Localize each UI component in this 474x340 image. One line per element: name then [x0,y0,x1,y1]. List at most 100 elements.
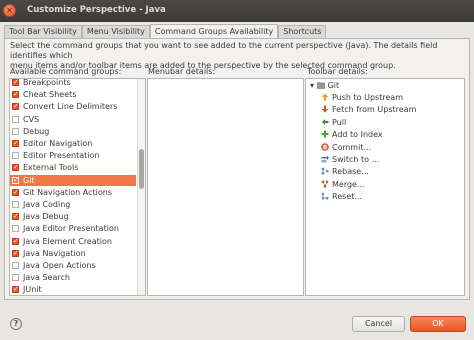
command-group-checkbox[interactable] [12,187,19,198]
command-group-checkbox[interactable] [12,225,19,233]
toolbar-details-tree[interactable]: ▾ Git Push to Upstream Fetch from Upstrea… [305,78,465,296]
reset-icon [321,192,329,200]
tab-strip: Tool Bar Visibility Menu Visibility Comm… [4,24,327,39]
command-group-row[interactable]: Java Open Actions [10,260,136,271]
command-group-row[interactable]: Editor Presentation [10,150,136,161]
command-group-checkbox[interactable] [12,138,19,149]
ok-button[interactable]: OK [410,316,466,332]
command-group-checkbox[interactable] [12,274,19,282]
pull-icon [322,118,329,125]
command-group-label: Convert Line Delimiters [23,102,118,112]
toolbar-detail-label: Commit... [332,142,372,152]
title-bar: ✕ Customize Perspective - Java [0,0,474,22]
command-group-label: Java Navigation [23,248,86,258]
command-group-checkbox[interactable] [12,101,19,112]
command-group-label: Breakpoints [23,78,71,87]
command-group-row[interactable]: External Tools [10,162,136,173]
command-group-row[interactable]: Java Element Creation [10,236,136,247]
add-icon [321,130,329,138]
command-group-row[interactable]: Java Editor Presentation [10,223,136,234]
command-group-label: Java Editor Presentation [23,224,119,234]
tree-root-label: Git [327,81,340,90]
command-group-label: Git [23,175,35,185]
command-group-checkbox[interactable] [12,262,19,269]
command-group-checkbox[interactable] [12,152,19,160]
command-group-label: Editor Presentation [23,151,100,161]
command-group-row[interactable]: Git [10,174,136,186]
switch-icon [321,155,329,163]
fetch-icon [321,105,329,113]
command-group-row[interactable]: CVS [10,114,136,125]
push-icon [321,93,329,101]
folder-icon [316,82,325,89]
toolbar-detail-label: Reset... [332,192,362,202]
toolbar-detail-item[interactable]: Commit... [321,142,371,154]
command-group-label: Editor Navigation [23,139,93,148]
menubar-details-label: Menubar details: [148,67,216,76]
help-icon[interactable]: ? [10,318,22,330]
command-group-row[interactable]: Convert Line Delimiters [10,101,136,112]
command-group-checkbox[interactable] [12,211,19,222]
command-group-label: External Tools [23,163,79,173]
command-group-checkbox[interactable] [12,284,19,295]
command-group-checkbox[interactable] [12,248,19,259]
command-group-row[interactable]: JUnit [10,284,136,295]
command-group-label: CVS [23,114,40,124]
toolbar-detail-label: Add to Index [332,130,383,140]
command-group-label: Cheat Sheets [23,90,77,100]
command-group-row[interactable]: Cheat Sheets [10,89,136,100]
command-group-row[interactable]: Editor Navigation [10,138,136,149]
menubar-details-list[interactable] [147,78,304,296]
description-line: Select the command groups that you want … [10,41,438,60]
tab-tool-bar-visibility[interactable]: Tool Bar Visibility [4,25,82,39]
toolbar-detail-item[interactable]: Fetch from Upstream [321,104,416,116]
toolbar-detail-item[interactable]: Merge... [321,179,365,191]
available-groups-label: Available command groups: [10,67,122,76]
toolbar-detail-label: Switch to ... [332,155,380,164]
tab-menu-visibility[interactable]: Menu Visibility [81,25,150,39]
command-group-row[interactable]: Java Coding [10,199,136,210]
tree-expander-icon[interactable]: ▾ [310,81,314,90]
toolbar-detail-item[interactable]: Switch to ... [321,154,379,166]
command-group-label: Debug [23,126,50,136]
rebase-icon [321,167,329,175]
command-group-checkbox[interactable] [12,175,19,186]
toolbar-detail-item[interactable]: Pull [321,117,346,129]
scrollbar-thumb[interactable] [139,149,144,189]
cancel-button[interactable]: Cancel [352,316,405,332]
tab-command-groups-availability[interactable]: Command Groups Availability [149,24,279,39]
command-group-label: Git Navigation Actions [23,187,113,197]
command-group-row[interactable]: Java Search [10,272,136,283]
command-group-checkbox[interactable] [12,162,19,173]
tree-root-git[interactable]: ▾ Git [310,80,339,92]
command-group-checkbox[interactable] [12,127,19,135]
command-group-label: JUnit [23,285,42,295]
toolbar-detail-item[interactable]: Push to Upstream [321,92,403,104]
command-group-row[interactable]: Git Navigation Actions [10,187,136,198]
toolbar-detail-label: Merge... [332,179,365,189]
command-group-label: Java Open Actions [23,261,96,270]
toolbar-detail-item[interactable]: Rebase... [321,166,369,178]
window-close-button[interactable]: ✕ [3,4,16,17]
command-group-checkbox[interactable] [12,79,19,88]
command-groups-scrollbar[interactable] [137,79,145,295]
command-groups-list[interactable]: JUnit Java Search Java Open Actions Java Na… [9,78,146,296]
command-group-checkbox[interactable] [12,89,19,100]
merge-icon [321,180,329,188]
toolbar-detail-item[interactable]: Reset... [321,191,362,203]
command-group-row[interactable]: Breakpoints [10,78,136,88]
tab-shortcuts[interactable]: Shortcuts [278,25,327,39]
command-group-row[interactable]: Java Debug [10,211,136,222]
toolbar-detail-label: Rebase... [332,167,369,177]
command-group-label: Java Debug [23,212,69,222]
toolbar-detail-item[interactable]: Add to Index [321,129,383,141]
toolbar-detail-label: Push to Upstream [332,93,404,102]
command-group-checkbox[interactable] [12,115,19,123]
command-group-row[interactable]: Java Navigation [10,248,136,259]
commit-icon [321,142,329,151]
toolbar-detail-label: Fetch from Upstream [332,105,417,115]
command-group-row[interactable]: Debug [10,126,136,137]
command-group-checkbox[interactable] [12,201,19,208]
command-group-checkbox[interactable] [12,236,19,247]
command-group-label: Java Element Creation [23,236,112,246]
